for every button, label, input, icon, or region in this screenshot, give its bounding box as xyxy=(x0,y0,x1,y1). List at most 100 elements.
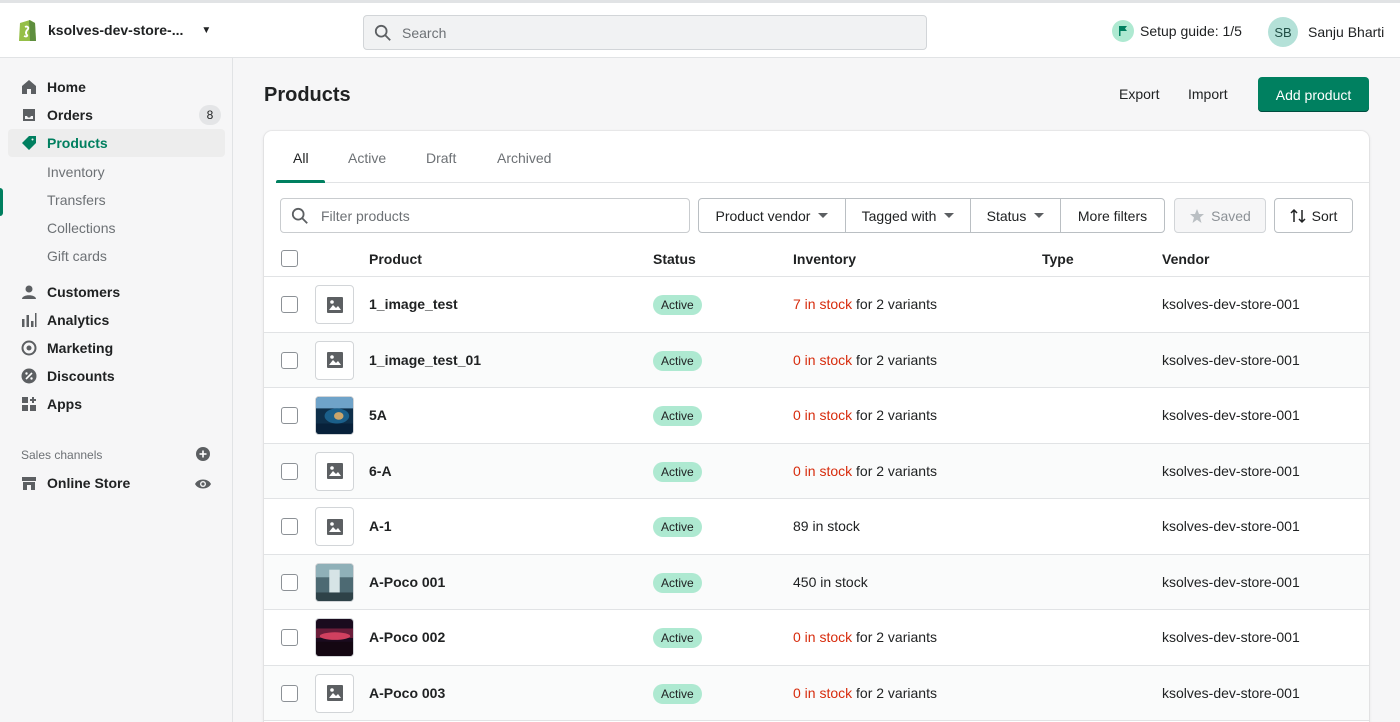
person-icon xyxy=(22,285,36,299)
sidebar-item-orders[interactable]: Orders 8 xyxy=(8,101,225,129)
orders-icon xyxy=(23,109,35,121)
store-switcher[interactable]: ksolves-dev-store-... ▼ xyxy=(16,17,211,43)
row-checkbox[interactable] xyxy=(281,296,298,313)
column-header-product[interactable]: Product xyxy=(369,251,422,267)
user-name: Sanju Bharti xyxy=(1308,24,1385,40)
table-row[interactable]: 6-A Active 0 in stock for 2 variants ksolve… xyxy=(264,443,1369,499)
more-filters-button[interactable]: More filters xyxy=(1060,198,1165,233)
saved-button[interactable]: Saved xyxy=(1174,198,1266,233)
stock-count: 0 in stock xyxy=(793,684,853,701)
variant-count: for 2 variants xyxy=(852,296,937,312)
stock-count: 0 in stock xyxy=(793,407,853,423)
status-badge: Active xyxy=(653,350,702,371)
sidebar-item-label: Online Store xyxy=(47,475,131,491)
product-name-link[interactable]: 1_image_test xyxy=(369,296,458,312)
eye-icon[interactable] xyxy=(194,477,212,491)
product-thumbnail[interactable] xyxy=(315,562,354,602)
image-placeholder-icon[interactable] xyxy=(315,673,354,713)
target-icon xyxy=(21,340,37,356)
export-button[interactable]: Export xyxy=(1119,86,1159,102)
product-name-link[interactable]: A-Poco 001 xyxy=(369,574,445,590)
table-row[interactable]: 5A Active 0 in stock for 2 variants ksolves… xyxy=(264,388,1369,444)
column-header-vendor[interactable]: Vendor xyxy=(1162,251,1209,267)
column-header-type[interactable]: Type xyxy=(1042,251,1074,267)
column-header-status[interactable]: Status xyxy=(653,251,696,267)
image-placeholder-icon[interactable] xyxy=(315,285,354,324)
table-row[interactable]: A-Poco 002 Active 0 in stock for 2 variant… xyxy=(264,610,1369,666)
orders-count-badge: 8 xyxy=(199,105,221,125)
sidebar-subitem-inventory[interactable]: Inventory xyxy=(47,164,105,180)
column-header-inventory[interactable]: Inventory xyxy=(793,251,856,267)
row-checkbox[interactable] xyxy=(281,573,298,591)
global-search-input[interactable]: Search xyxy=(363,15,927,50)
add-circle-icon[interactable] xyxy=(196,447,210,461)
status-badge: Active xyxy=(653,406,702,426)
row-checkbox[interactable] xyxy=(281,462,298,480)
add-product-button[interactable]: Add product xyxy=(1258,77,1369,112)
sidebar-item-label: Marketing xyxy=(47,340,114,356)
search-icon xyxy=(291,207,308,224)
sidebar-item-analytics[interactable]: Analytics xyxy=(8,306,225,334)
table-row[interactable]: 1_image_test Active 7 in stock for 2 varia… xyxy=(264,277,1369,333)
chevron-down-icon xyxy=(944,213,955,218)
table-row[interactable]: A-Poco 003 Active 0 in stock for 2 variant… xyxy=(264,665,1369,721)
product-name-link[interactable]: 6-A xyxy=(369,463,392,479)
vendor-cell: ksolves-dev-store-001 xyxy=(1162,407,1300,423)
product-name-link[interactable]: A-Poco 003 xyxy=(369,685,445,701)
row-checkbox[interactable] xyxy=(281,407,298,424)
vendor-cell: ksolves-dev-store-001 xyxy=(1162,296,1300,312)
setup-guide-button[interactable]: Setup guide: 1/5 xyxy=(1112,20,1242,42)
tab-active[interactable]: Active xyxy=(348,150,386,166)
product-name-link[interactable]: A-1 xyxy=(369,518,392,534)
tab-archived[interactable]: Archived xyxy=(497,150,551,166)
sidebar-item-marketing[interactable]: Marketing xyxy=(8,334,225,362)
sidebar-item-label: Home xyxy=(47,79,86,95)
table-row[interactable]: A-1 Active 89 in stock ksolves-dev-store-00… xyxy=(264,499,1369,555)
discount-icon xyxy=(21,368,37,384)
sidebar-item-products[interactable]: Products xyxy=(8,129,225,157)
variant-count: for 2 variants xyxy=(852,462,937,479)
search-icon xyxy=(374,24,391,41)
sidebar-item-discounts[interactable]: Discounts xyxy=(8,362,225,390)
select-all-checkbox[interactable] xyxy=(281,250,298,267)
product-name-link[interactable]: A-Poco 002 xyxy=(369,629,445,645)
row-checkbox[interactable] xyxy=(281,351,298,369)
sidebar-subitem-collections[interactable]: Collections xyxy=(47,220,115,236)
sidebar-item-customers[interactable]: Customers xyxy=(8,278,225,306)
products-card: All Active Draft Archived Filter product… xyxy=(264,131,1369,722)
product-name-link[interactable]: 5A xyxy=(369,407,387,423)
chevron-down-icon xyxy=(1034,213,1045,218)
image-placeholder-icon[interactable] xyxy=(315,340,354,380)
status-filter[interactable]: Status xyxy=(970,198,1061,233)
sidebar-item-label: Analytics xyxy=(47,312,110,328)
product-thumbnail[interactable] xyxy=(315,618,354,657)
product-name-link[interactable]: 1_image_test_01 xyxy=(369,352,481,368)
image-placeholder-icon[interactable] xyxy=(315,451,354,491)
user-menu[interactable]: SB Sanju Bharti xyxy=(1268,17,1384,47)
inventory-cell: 0 in stock for 2 variants xyxy=(793,685,937,701)
table-row[interactable]: 1_image_test_01 Active 0 in stock for 2 va… xyxy=(264,332,1369,388)
row-checkbox[interactable] xyxy=(281,518,298,535)
sidebar-item-home[interactable]: Home xyxy=(8,73,225,101)
filter-products-input[interactable]: Filter products xyxy=(280,198,690,233)
image-placeholder-icon[interactable] xyxy=(315,507,354,546)
sidebar-item-online-store[interactable]: Online Store xyxy=(8,469,225,497)
product-thumbnail[interactable] xyxy=(315,396,354,435)
stock-count: 7 in stock xyxy=(793,296,853,312)
tab-all[interactable]: All xyxy=(293,150,309,166)
tagged-with-filter[interactable]: Tagged with xyxy=(845,198,971,233)
status-badge: Active xyxy=(653,572,702,593)
sidebar-subitem-transfers[interactable]: Transfers xyxy=(47,192,106,208)
product-vendor-filter[interactable]: Product vendor xyxy=(698,198,846,233)
tab-draft[interactable]: Draft xyxy=(426,150,456,166)
filter-label: Tagged with xyxy=(861,207,937,224)
row-checkbox[interactable] xyxy=(281,684,298,702)
row-checkbox[interactable] xyxy=(281,629,298,646)
setup-guide-label: Setup guide: 1/5 xyxy=(1140,23,1242,39)
import-button[interactable]: Import xyxy=(1188,86,1228,102)
sidebar-item-apps[interactable]: Apps xyxy=(8,390,225,418)
table-row[interactable]: A-Poco 001 Active 450 in stock ksolves-dev-… xyxy=(264,554,1369,610)
sort-button[interactable]: Sort xyxy=(1274,198,1353,233)
sidebar-subitem-gift-cards[interactable]: Gift cards xyxy=(47,248,107,264)
page-title: Products xyxy=(264,84,351,106)
